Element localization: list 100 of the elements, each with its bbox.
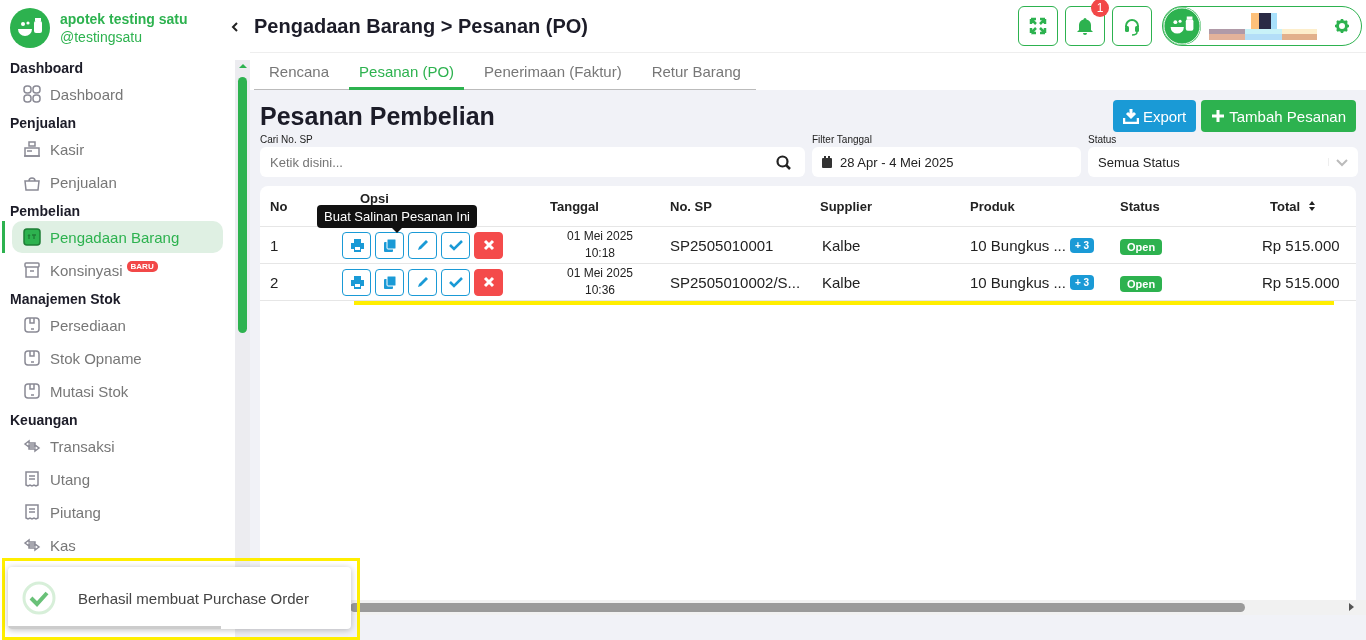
pharmacy-avatar-icon xyxy=(1163,7,1201,45)
plus-icon xyxy=(1211,109,1226,123)
menu-icon xyxy=(22,381,42,401)
nav-item[interactable]: Mutasi Stok xyxy=(12,375,223,407)
edit-button[interactable] xyxy=(408,268,437,296)
copy-icon xyxy=(382,238,397,252)
nav-item[interactable]: Penjualan xyxy=(12,166,223,198)
nav-item-label: Dashboard xyxy=(50,85,124,103)
tab[interactable]: Retur Barang xyxy=(641,53,751,89)
copy-button[interactable] xyxy=(375,231,404,259)
bell-icon xyxy=(1076,16,1094,36)
more-products-badge[interactable]: + 3 xyxy=(1069,274,1095,290)
scrollbar-thumb[interactable] xyxy=(238,77,247,333)
table-cell-text: 2 xyxy=(269,273,280,291)
nav-item[interactable]: Konsinyasi BARU xyxy=(12,254,223,286)
nav-item-label: Utang xyxy=(50,470,91,488)
tab[interactable]: Rencana xyxy=(259,53,340,89)
nav-item-label: Persediaan xyxy=(50,316,126,334)
store-name: apotek testing satu xyxy=(60,11,188,27)
store-handle: @testingsatu xyxy=(60,29,143,45)
status-badge: Open xyxy=(1120,275,1163,292)
pencil-icon xyxy=(415,275,430,289)
print-button[interactable] xyxy=(342,268,371,296)
tooltip: Buat Salinan Pesanan Ini xyxy=(317,205,477,233)
delete-button[interactable] xyxy=(474,231,503,259)
support-button[interactable] xyxy=(1112,6,1152,46)
status-badge: Open xyxy=(1120,238,1163,255)
collapse-chevron-icon[interactable] xyxy=(231,22,239,32)
dropdown-chevron-icon xyxy=(1328,157,1348,167)
checkmark-icon xyxy=(448,275,463,289)
table-cell-text: SP2505010002/S... xyxy=(669,273,802,291)
close-icon xyxy=(481,238,496,252)
nav-item[interactable]: Kasir xyxy=(12,133,223,165)
table-cell-text: Rp 515.000 xyxy=(1261,273,1341,291)
nav-item-label: Kasir xyxy=(50,140,85,158)
nav-item[interactable]: Utang xyxy=(12,463,223,495)
page-title: Pesanan Pembelian xyxy=(260,101,495,131)
field-label: Status xyxy=(1088,134,1118,145)
nav-item-label: Pengadaan Barang xyxy=(50,228,180,246)
copy-button[interactable] xyxy=(375,268,404,296)
menu-icon xyxy=(22,227,42,247)
table-cell: 10 Bungkus ... xyxy=(970,273,1066,291)
tab[interactable]: Penerimaan (Faktur) xyxy=(474,53,632,89)
date-range-field[interactable]: 28 Apr - 4 Mei 2025 xyxy=(812,147,1081,177)
settings-icon[interactable] xyxy=(1335,19,1349,33)
printer-icon xyxy=(349,275,364,289)
table-cell-text: SP2505010001 xyxy=(669,236,775,254)
nav-section-title: Manajemen Stok xyxy=(10,290,122,309)
nav-item[interactable]: Dashboard xyxy=(12,78,223,110)
nav-item-label: Piutang xyxy=(50,503,101,521)
date-range-value: 28 Apr - 4 Mei 2025 xyxy=(840,154,954,170)
printer-icon xyxy=(349,238,364,252)
field-label: Cari No. SP xyxy=(260,134,314,145)
export-button[interactable]: Export xyxy=(1112,100,1197,132)
nav-item-label: Penjualan xyxy=(50,173,117,191)
checkmark-icon xyxy=(448,238,463,252)
search-field[interactable]: Ketik disini... xyxy=(260,147,805,177)
sort-icon[interactable] xyxy=(1308,201,1317,211)
delete-button[interactable] xyxy=(474,268,503,296)
nav-item[interactable]: Transaksi xyxy=(12,430,223,462)
nav-item[interactable]: Piutang xyxy=(12,496,223,528)
approve-button[interactable] xyxy=(441,268,470,296)
tab[interactable]: Pesanan (PO) xyxy=(349,53,465,90)
nav-item-label: Konsinyasi xyxy=(50,261,123,279)
fullscreen-button[interactable] xyxy=(1018,6,1058,46)
success-check-icon xyxy=(22,581,56,615)
table-cell-text: Kalbe xyxy=(821,273,862,291)
scrollbar-thumb[interactable] xyxy=(350,603,1245,612)
column-header: Opsi xyxy=(360,190,389,206)
menu-icon xyxy=(22,84,42,104)
table-cell-text: 10:36 xyxy=(584,282,616,299)
edit-button[interactable] xyxy=(408,231,437,259)
active-indicator xyxy=(2,221,5,253)
menu-icon xyxy=(22,139,42,159)
add-button[interactable]: Tambah Pesanan xyxy=(1201,100,1356,132)
status-dropdown[interactable]: Semua Status xyxy=(1088,147,1358,177)
copy-icon xyxy=(382,275,397,289)
column-header: No. SP xyxy=(670,198,712,214)
table-cell: 10 Bungkus ... xyxy=(970,236,1066,254)
nav-item[interactable]: Kas xyxy=(12,529,223,561)
print-button[interactable] xyxy=(342,231,371,259)
page-breadcrumb-title: Pengadaan Barang > Pesanan (PO) xyxy=(254,14,589,38)
scroll-right-arrow-icon xyxy=(1349,603,1354,611)
headset-icon xyxy=(1123,16,1141,36)
field-label: Filter Tanggal xyxy=(812,134,873,145)
table-cell-text: Rp 515.000 xyxy=(1261,236,1341,254)
scroll-up-arrow-icon xyxy=(238,62,248,70)
toast-message: Berhasil membuat Purchase Order xyxy=(78,589,309,607)
pharmacy-logo-icon xyxy=(10,8,50,48)
approve-button[interactable] xyxy=(441,231,470,259)
nav-item-label: Transaksi xyxy=(50,437,115,455)
nav-item[interactable]: Stok Opname xyxy=(12,342,223,374)
table-cell-text: 01 Mei 2025 xyxy=(565,228,634,245)
column-header: Total xyxy=(1270,198,1301,214)
more-products-badge[interactable]: + 3 xyxy=(1069,237,1095,253)
nav-item[interactable]: Persediaan xyxy=(12,309,223,341)
pencil-icon xyxy=(415,238,430,252)
nav-section-title: Pembelian xyxy=(10,202,82,221)
table-cell-text: 10:18 xyxy=(584,245,616,262)
download-icon xyxy=(1122,108,1139,124)
